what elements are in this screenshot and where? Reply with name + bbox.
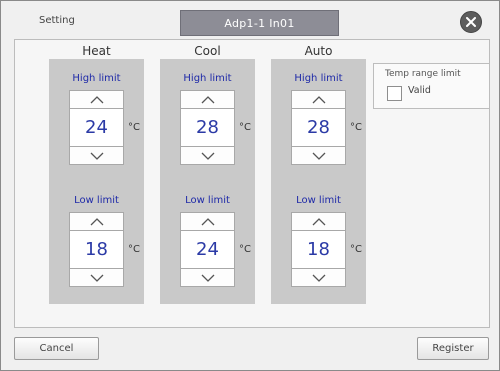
temp-range-limit-box: Temp range limit Valid bbox=[373, 63, 490, 109]
close-icon bbox=[466, 17, 476, 27]
chevron-up-icon bbox=[90, 217, 103, 225]
cool-column-title: Cool bbox=[194, 44, 221, 58]
cool-low-up-button[interactable] bbox=[180, 212, 235, 231]
close-button[interactable] bbox=[460, 11, 482, 33]
chevron-down-icon bbox=[312, 274, 325, 282]
chevron-up-icon bbox=[201, 95, 214, 103]
chevron-down-icon bbox=[90, 152, 103, 160]
chevron-up-icon bbox=[312, 95, 325, 103]
heat-high-value: 24 bbox=[69, 109, 124, 146]
cool-high-limit-label: High limit bbox=[183, 73, 232, 84]
cool-low-unit: °C bbox=[239, 244, 251, 255]
auto-low-unit: °C bbox=[350, 244, 362, 255]
cool-low-value: 24 bbox=[180, 231, 235, 268]
cool-high-down-button[interactable] bbox=[180, 146, 235, 165]
auto-high-up-button[interactable] bbox=[291, 90, 346, 109]
chevron-down-icon bbox=[201, 152, 214, 160]
auto-low-down-button[interactable] bbox=[291, 268, 346, 287]
dialog-window: Setting Adp1-1 In01 Heat High limit 24 °… bbox=[0, 0, 500, 371]
chevron-down-icon bbox=[312, 152, 325, 160]
cool-low-down-button[interactable] bbox=[180, 268, 235, 287]
cancel-button[interactable]: Cancel bbox=[14, 337, 99, 360]
auto-high-down-button[interactable] bbox=[291, 146, 346, 165]
heat-high-up-button[interactable] bbox=[69, 90, 124, 109]
title-bar: Setting Adp1-1 In01 bbox=[1, 1, 499, 39]
cool-high-value: 28 bbox=[180, 109, 235, 146]
setting-label: Setting bbox=[39, 15, 75, 26]
register-button[interactable]: Register bbox=[417, 337, 489, 360]
heat-high-down-button[interactable] bbox=[69, 146, 124, 165]
chevron-down-icon bbox=[90, 274, 103, 282]
unit-name-tab[interactable]: Adp1-1 In01 bbox=[180, 10, 339, 36]
valid-checkbox-label: Valid bbox=[408, 85, 431, 96]
heat-high-unit: °C bbox=[128, 122, 140, 133]
heat-high-limit-label: High limit bbox=[72, 73, 121, 84]
chevron-down-icon bbox=[201, 274, 214, 282]
cool-high-up-button[interactable] bbox=[180, 90, 235, 109]
heat-low-down-button[interactable] bbox=[69, 268, 124, 287]
auto-high-unit: °C bbox=[350, 122, 362, 133]
auto-low-limit-label: Low limit bbox=[296, 195, 341, 206]
chevron-up-icon bbox=[201, 217, 214, 225]
heat-low-up-button[interactable] bbox=[69, 212, 124, 231]
auto-low-value: 18 bbox=[291, 231, 346, 268]
heat-low-limit-label: Low limit bbox=[74, 195, 119, 206]
chevron-up-icon bbox=[312, 217, 325, 225]
heat-column-title: Heat bbox=[82, 44, 111, 58]
chevron-up-icon bbox=[90, 95, 103, 103]
heat-low-unit: °C bbox=[128, 244, 140, 255]
temp-range-limit-title: Temp range limit bbox=[385, 69, 461, 79]
valid-checkbox[interactable] bbox=[387, 86, 402, 101]
cool-low-limit-label: Low limit bbox=[185, 195, 230, 206]
cool-high-unit: °C bbox=[239, 122, 251, 133]
auto-column-title: Auto bbox=[304, 44, 333, 58]
heat-low-value: 18 bbox=[69, 231, 124, 268]
auto-high-value: 28 bbox=[291, 109, 346, 146]
auto-low-up-button[interactable] bbox=[291, 212, 346, 231]
auto-high-limit-label: High limit bbox=[294, 73, 343, 84]
